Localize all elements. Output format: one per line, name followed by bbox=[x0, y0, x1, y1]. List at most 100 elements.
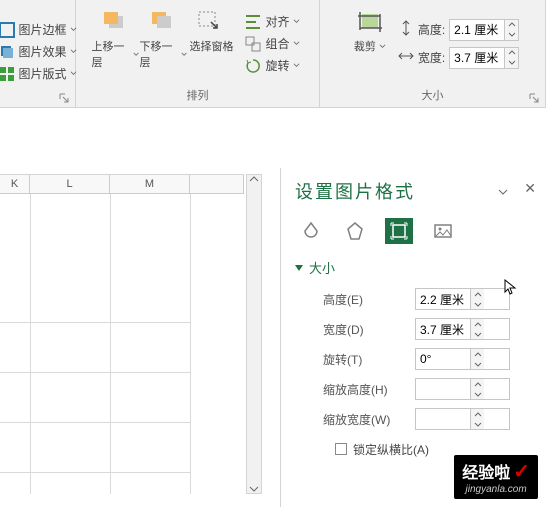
pane-rotate-input[interactable] bbox=[416, 352, 470, 366]
spin-down-icon[interactable] bbox=[471, 389, 484, 399]
check-icon: ✓ bbox=[513, 459, 530, 484]
rotate-button[interactable]: 旋转 bbox=[241, 55, 303, 77]
crop-icon bbox=[354, 8, 386, 36]
crop-button[interactable]: 裁剪 bbox=[346, 2, 394, 85]
width-label: 宽度: bbox=[418, 49, 445, 66]
bring-forward-label: 上移一层 bbox=[91, 38, 130, 70]
height-spinner[interactable] bbox=[449, 19, 519, 41]
watermark: 经验啦✓ jingyanla.com bbox=[454, 455, 538, 499]
height-label: 高度: bbox=[418, 21, 445, 38]
chevron-down-icon bbox=[293, 18, 300, 25]
tab-picture[interactable] bbox=[429, 218, 457, 244]
send-backward-icon bbox=[147, 8, 179, 36]
spin-buttons[interactable] bbox=[504, 20, 518, 40]
spin-up-icon[interactable] bbox=[471, 379, 484, 389]
align-button[interactable]: 对齐 bbox=[241, 11, 303, 33]
scroll-up-icon[interactable] bbox=[249, 175, 259, 183]
picture-border-button[interactable]: 图片边框 bbox=[0, 19, 81, 41]
chevron-down-icon bbox=[293, 40, 300, 47]
triangle-down-icon bbox=[295, 265, 303, 271]
picture-effect-icon bbox=[0, 44, 15, 60]
pane-scalew-spinner[interactable] bbox=[415, 408, 510, 430]
spin-up-icon[interactable] bbox=[471, 409, 484, 419]
size-group: 裁剪 高度: 宽度: bbox=[320, 0, 546, 107]
height-input[interactable] bbox=[450, 23, 504, 37]
group-icon bbox=[245, 36, 261, 52]
picture-layout-label: 图片版式 bbox=[19, 65, 67, 82]
pane-menu-icon[interactable] bbox=[498, 184, 508, 198]
pane-height-spinner[interactable] bbox=[415, 288, 510, 310]
arrange-group: 上移一层 下移一层 选择窗格 对齐 组合 bbox=[76, 0, 320, 107]
spin-down-icon[interactable] bbox=[505, 30, 518, 40]
spin-down-icon[interactable] bbox=[505, 58, 518, 68]
height-field-label: 高度(E) bbox=[323, 291, 415, 308]
pane-scalew-input[interactable] bbox=[416, 412, 470, 426]
spin-down-icon[interactable] bbox=[471, 299, 484, 309]
lock-aspect-label: 锁定纵横比(A) bbox=[353, 441, 429, 458]
selection-pane-icon bbox=[195, 8, 227, 36]
close-icon[interactable]: ✕ bbox=[524, 180, 536, 197]
chevron-down-icon bbox=[379, 43, 386, 50]
scroll-down-icon[interactable] bbox=[249, 485, 259, 493]
picture-effect-label: 图片效果 bbox=[19, 43, 67, 60]
tab-size[interactable] bbox=[385, 218, 413, 244]
send-backward-button[interactable]: 下移一层 bbox=[139, 2, 187, 85]
watermark-text: 经验啦 bbox=[462, 459, 510, 483]
group-button[interactable]: 组合 bbox=[241, 33, 303, 55]
dialog-launcher-icon[interactable] bbox=[529, 93, 539, 103]
column-header[interactable] bbox=[190, 175, 244, 193]
send-backward-label: 下移一层 bbox=[139, 38, 178, 70]
ribbon: 图片边框 图片效果 图片版式 bbox=[0, 0, 546, 108]
scale-height-label: 缩放高度(H) bbox=[323, 381, 415, 398]
chevron-down-icon bbox=[293, 62, 300, 69]
rotate-field-label: 旋转(T) bbox=[323, 351, 415, 368]
picture-border-label: 图片边框 bbox=[19, 21, 67, 38]
size-group-label: 大小 bbox=[422, 90, 444, 102]
size-section-header[interactable]: 大小 bbox=[295, 258, 540, 277]
spin-up-icon[interactable] bbox=[471, 319, 484, 329]
scale-width-label: 缩放宽度(W) bbox=[323, 411, 415, 428]
column-header[interactable]: M bbox=[110, 175, 190, 193]
bring-forward-icon bbox=[99, 8, 131, 36]
width-spinner[interactable] bbox=[449, 47, 519, 69]
picture-effect-button[interactable]: 图片效果 bbox=[0, 41, 81, 63]
pane-scaleh-spinner[interactable] bbox=[415, 378, 510, 400]
group-label: 组合 bbox=[265, 35, 289, 52]
dialog-launcher-icon[interactable] bbox=[59, 93, 69, 103]
width-field-label: 宽度(D) bbox=[323, 321, 415, 338]
spin-up-icon[interactable] bbox=[471, 349, 484, 359]
spin-up-icon[interactable] bbox=[471, 289, 484, 299]
width-input[interactable] bbox=[450, 51, 504, 65]
pane-scaleh-input[interactable] bbox=[416, 382, 470, 396]
pane-height-input[interactable] bbox=[416, 292, 470, 306]
column-header[interactable]: K bbox=[0, 175, 30, 193]
pane-rotate-spinner[interactable] bbox=[415, 348, 510, 370]
vertical-scrollbar[interactable] bbox=[246, 174, 262, 494]
spin-down-icon[interactable] bbox=[471, 329, 484, 339]
spin-up-icon[interactable] bbox=[505, 48, 518, 58]
spreadsheet-grid[interactable]: K L M bbox=[0, 128, 262, 488]
spin-down-icon[interactable] bbox=[471, 419, 484, 429]
spin-buttons[interactable] bbox=[504, 48, 518, 68]
picture-styles-group: 图片边框 图片效果 图片版式 bbox=[0, 0, 76, 107]
picture-border-icon bbox=[0, 22, 15, 38]
group-label bbox=[4, 101, 71, 107]
lock-aspect-checkbox[interactable] bbox=[335, 443, 347, 455]
selection-pane-button[interactable]: 选择窗格 bbox=[187, 2, 235, 85]
pane-width-spinner[interactable] bbox=[415, 318, 510, 340]
tab-fill[interactable] bbox=[297, 218, 325, 244]
rotate-icon bbox=[245, 58, 261, 74]
arrange-group-label: 排列 bbox=[187, 90, 209, 102]
column-header[interactable]: L bbox=[30, 175, 110, 193]
tab-effects[interactable] bbox=[341, 218, 369, 244]
height-icon bbox=[398, 20, 414, 39]
picture-layout-button[interactable]: 图片版式 bbox=[0, 63, 81, 85]
picture-layout-icon bbox=[0, 66, 15, 82]
pane-width-input[interactable] bbox=[416, 322, 470, 336]
align-icon bbox=[245, 14, 261, 30]
bring-forward-button[interactable]: 上移一层 bbox=[91, 2, 139, 85]
watermark-url: jingyanla.com bbox=[466, 484, 527, 495]
width-icon bbox=[398, 48, 414, 67]
spin-down-icon[interactable] bbox=[471, 359, 484, 369]
spin-up-icon[interactable] bbox=[505, 20, 518, 30]
